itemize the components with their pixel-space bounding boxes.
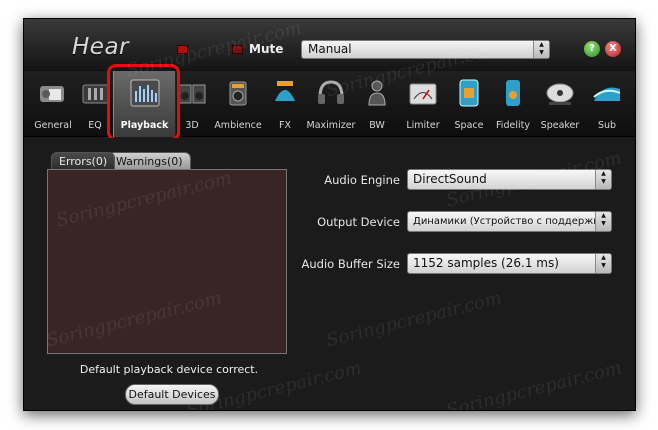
audio-engine-value: DirectSound (413, 172, 487, 186)
audio-engine-spinner[interactable]: ▲ ▼ (595, 170, 611, 189)
tab-label: Sub (597, 120, 617, 131)
mute-label: Mute (249, 42, 284, 56)
tab-label: Speaker (540, 120, 580, 131)
speaker-icon (546, 83, 574, 105)
app-logo: Hear (72, 34, 129, 60)
tab-errors[interactable]: Errors(0) (51, 152, 116, 169)
tab-label: BW (369, 120, 385, 131)
title-bar: Hear Mute Manual ▲ ▼ ? X (24, 19, 635, 71)
tab-sub[interactable]: Sub (587, 71, 627, 137)
headphones-icon (318, 80, 344, 104)
playback-icon (130, 79, 159, 107)
bw-icon (368, 80, 386, 106)
space-icon (459, 79, 479, 107)
buffer-size-label: Audio Buffer Size (301, 257, 400, 271)
output-device-spinner[interactable]: ▲ ▼ (595, 212, 611, 231)
effects-tab-bar: General EQ Playback 3D Ambience FX Maxim… (24, 71, 635, 137)
playback-panel: Warnings(0) Errors(0) Default playback d… (24, 138, 635, 410)
tab-label: 3D (185, 120, 199, 131)
fx-icon (275, 81, 295, 101)
tab-maximizer[interactable]: Maximizer (304, 71, 358, 137)
output-device-select[interactable]: Динамики (Устройство с поддержко... ▲ ▼ (407, 211, 612, 232)
limiter-meter-icon (409, 83, 437, 105)
tab-bw[interactable]: BW (362, 71, 392, 137)
tab-label: Maximizer (306, 120, 356, 131)
ambience-icon (229, 81, 247, 106)
tab-label: EQ (88, 120, 102, 131)
output-device-value: Динамики (Устройство с поддержко... (413, 216, 612, 227)
tab-ambience[interactable]: Ambience (210, 71, 266, 137)
buffer-size-value: 1152 samples (26.1 ms) (413, 256, 559, 270)
status-message: Default playback device correct. (79, 363, 259, 376)
tab-label: Playback (120, 120, 169, 131)
tab-limiter[interactable]: Limiter (402, 71, 444, 137)
audio-engine-label: Audio Engine (324, 173, 400, 187)
tab-label: Ambience (214, 120, 262, 131)
tab-general[interactable]: General (30, 71, 76, 137)
record-indicator-button[interactable] (177, 45, 188, 54)
tab-label: Space (454, 120, 484, 131)
3d-speakers-icon (178, 84, 206, 104)
close-button[interactable]: X (605, 41, 621, 57)
audio-engine-select[interactable]: DirectSound ▲ ▼ (407, 169, 612, 190)
hear-window: Hear Mute Manual ▲ ▼ ? X General EQ Play… (23, 18, 636, 411)
buffer-size-select[interactable]: 1152 samples (26.1 ms) ▲ ▼ (407, 253, 612, 274)
default-devices-button[interactable]: Default Devices (125, 384, 219, 405)
tab-fx[interactable]: FX (268, 71, 302, 137)
tab-3d[interactable]: 3D (177, 71, 207, 137)
preset-value: Manual (308, 42, 352, 56)
tab-label: FX (279, 120, 291, 131)
tab-label: Fidelity (496, 120, 530, 131)
output-device-label: Output Device (317, 215, 400, 229)
log-list[interactable] (47, 169, 287, 354)
preset-spinner[interactable]: ▲ ▼ (533, 41, 549, 58)
sub-icon (593, 87, 621, 101)
tab-space[interactable]: Space (449, 71, 489, 137)
mute-checkbox[interactable] (232, 45, 243, 54)
tab-warnings[interactable]: Warnings(0) (108, 152, 191, 169)
tab-label: General (34, 120, 72, 131)
buffer-size-spinner[interactable]: ▲ ▼ (595, 254, 611, 273)
fidelity-icon (506, 80, 520, 106)
help-button[interactable]: ? (584, 41, 600, 57)
preset-select[interactable]: Manual ▲ ▼ (301, 40, 550, 59)
tab-speaker[interactable]: Speaker (536, 71, 584, 137)
tab-playback[interactable]: Playback (113, 71, 176, 137)
tab-label: Limiter (406, 120, 440, 131)
tab-eq[interactable]: EQ (78, 71, 112, 137)
eq-icon (82, 84, 110, 104)
tab-fidelity[interactable]: Fidelity (492, 71, 534, 137)
general-icon (40, 86, 64, 102)
